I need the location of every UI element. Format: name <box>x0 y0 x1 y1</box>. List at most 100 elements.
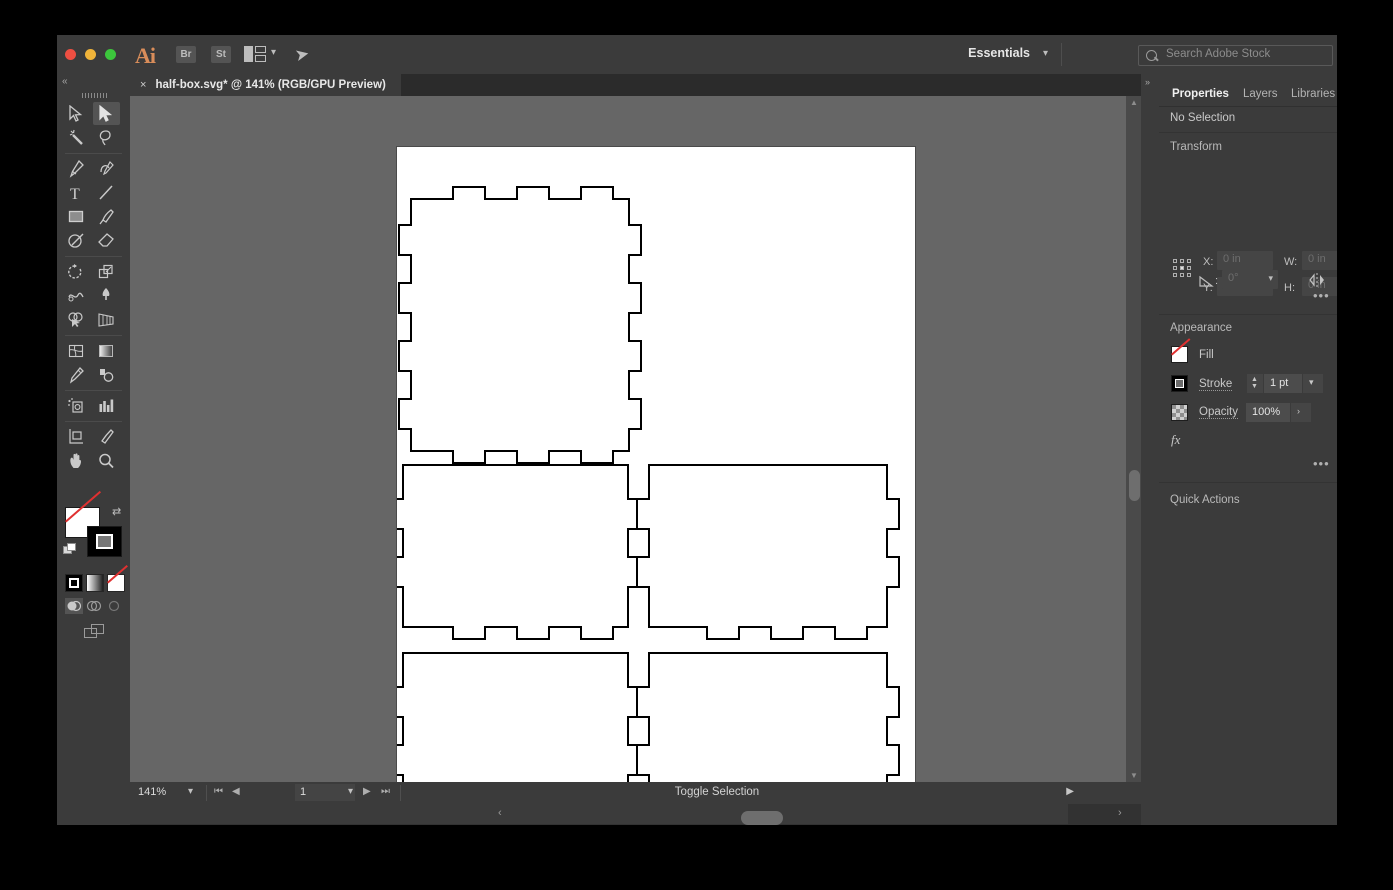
tool-status-label[interactable]: Toggle Selection <box>382 784 1052 801</box>
scroll-down-icon[interactable]: ▼ <box>1130 771 1138 780</box>
expand-panel-icon[interactable]: » <box>1145 77 1149 87</box>
gradient-tool[interactable] <box>93 339 120 362</box>
selection-tool[interactable] <box>63 102 90 125</box>
zoom-chevron-down-icon[interactable]: ▾ <box>188 786 193 797</box>
slice-tool[interactable] <box>93 425 120 448</box>
tab-layers[interactable]: Layers <box>1234 83 1287 106</box>
angle-field[interactable]: 0° ▾ <box>1222 270 1278 289</box>
color-button[interactable] <box>65 574 83 592</box>
canvas-horizontal-scrollbar[interactable]: ‹ › <box>58 804 1068 824</box>
first-page-button[interactable]: ⏮ <box>214 786 223 797</box>
appearance-stroke-swatch[interactable] <box>1171 375 1188 392</box>
stock-button[interactable]: St <box>211 46 231 63</box>
symbol-sprayer-tool[interactable] <box>63 394 90 417</box>
zoom-level-field[interactable]: 141% <box>133 784 193 801</box>
shape-builder-tool[interactable] <box>63 308 90 331</box>
bridge-button[interactable]: Br <box>176 46 196 63</box>
scroll-right-icon[interactable]: › <box>1118 807 1122 819</box>
hand-tool[interactable] <box>63 449 90 472</box>
scroll-up-icon[interactable]: ▲ <box>1130 98 1138 107</box>
tool-divider <box>65 390 122 391</box>
maximize-window-button[interactable] <box>105 49 116 60</box>
tool-divider <box>65 256 122 257</box>
workspace-switcher-label[interactable]: Essentials <box>968 46 1030 60</box>
transform-more-options[interactable]: ••• <box>1313 288 1330 303</box>
angle-colon: : <box>1215 275 1218 287</box>
rectangle-tool[interactable] <box>63 205 90 228</box>
width-tool[interactable] <box>63 284 90 307</box>
direct-selection-tool[interactable] <box>93 102 120 125</box>
arrange-chevron-down-icon[interactable]: ▾ <box>271 47 276 58</box>
arrange-documents-icon[interactable] <box>244 46 266 62</box>
rotate-tool[interactable] <box>63 260 90 283</box>
gradient-button[interactable] <box>86 574 104 592</box>
stroke-weight-stepper[interactable]: ▲▼ <box>1247 374 1263 393</box>
quick-actions-title: Quick Actions <box>1170 494 1240 506</box>
stroke-label[interactable]: Stroke <box>1199 378 1232 391</box>
minimize-window-button[interactable] <box>85 49 96 60</box>
mesh-tool[interactable] <box>63 339 90 362</box>
curvature-tool[interactable] <box>93 157 120 180</box>
document-tab[interactable]: × half-box.svg* @ 141% (RGB/GPU Preview) <box>130 74 401 96</box>
close-window-button[interactable] <box>65 49 76 60</box>
horizontal-scroll-track[interactable] <box>496 807 1128 825</box>
opacity-label[interactable]: Opacity <box>1199 406 1238 419</box>
swap-fill-stroke-icon[interactable]: ⇄ <box>112 505 121 518</box>
tab-properties[interactable]: Properties <box>1163 83 1238 106</box>
zoom-tool[interactable] <box>93 449 120 472</box>
stroke-weight-dropdown[interactable]: ▾ <box>1303 374 1323 393</box>
eraser-tool[interactable] <box>93 229 120 252</box>
close-icon[interactable]: × <box>140 79 146 91</box>
opacity-field[interactable]: 100% <box>1246 403 1290 422</box>
appearance-more-options[interactable]: ••• <box>1313 456 1330 471</box>
collapse-panel-icon[interactable]: « <box>62 76 67 87</box>
column-graph-tool[interactable] <box>93 394 120 417</box>
line-segment-tool[interactable] <box>93 181 120 204</box>
screen-mode-icon[interactable] <box>84 624 106 639</box>
reference-point-selector[interactable] <box>1173 259 1192 278</box>
appearance-opacity-swatch[interactable] <box>1171 404 1188 421</box>
draw-inside-button[interactable] <box>105 598 123 614</box>
shaper-tool[interactable] <box>63 229 90 252</box>
default-fill-stroke-icon[interactable] <box>63 543 75 555</box>
type-tool[interactable]: T <box>63 181 90 204</box>
adobe-stock-search-input[interactable]: Search Adobe Stock <box>1138 45 1333 66</box>
share-rocket-icon[interactable]: ➤ <box>293 44 311 67</box>
draw-behind-button[interactable] <box>85 598 103 614</box>
workspace-chevron-down-icon[interactable]: ▾ <box>1043 48 1048 59</box>
tab-libraries[interactable]: Libraries <box>1282 83 1337 106</box>
free-transform-tool[interactable] <box>93 284 120 307</box>
tool-panel-drag-handle[interactable] <box>82 93 107 98</box>
artboard-tool[interactable] <box>63 425 90 448</box>
document-title: half-box.svg* @ 141% (RGB/GPU Preview) <box>155 79 385 91</box>
draw-normal-button[interactable] <box>65 598 83 614</box>
appearance-fill-swatch[interactable] <box>1171 346 1188 363</box>
vertical-scroll-thumb[interactable] <box>1129 470 1140 501</box>
stroke-weight-field[interactable]: 1 pt <box>1264 374 1302 393</box>
artboard[interactable] <box>397 147 915 782</box>
opacity-options-button[interactable]: › <box>1291 403 1311 422</box>
horizontal-scroll-thumb[interactable] <box>741 811 783 825</box>
previous-page-button[interactable]: ◀ <box>232 786 240 797</box>
page-chevron-down-icon[interactable]: ▾ <box>348 786 353 797</box>
next-page-button[interactable]: ▶ <box>363 786 371 797</box>
perspective-grid-tool[interactable] <box>93 308 120 331</box>
fx-label[interactable]: fx <box>1171 432 1180 448</box>
x-field[interactable]: 0 in <box>1217 251 1273 270</box>
canvas-vertical-scrollbar[interactable]: ▲ ▼ <box>1126 96 1142 782</box>
page-number-field[interactable]: 1 <box>295 784 355 801</box>
eyedropper-tool[interactable] <box>63 363 90 386</box>
status-divider <box>206 785 207 801</box>
none-button[interactable] <box>107 574 125 592</box>
paintbrush-tool[interactable] <box>93 205 120 228</box>
w-field[interactable]: 0 in <box>1302 251 1337 270</box>
status-play-icon[interactable]: ▶ <box>1066 786 1074 797</box>
scale-tool[interactable] <box>93 260 120 283</box>
canvas-area[interactable] <box>130 96 1142 782</box>
pen-tool[interactable] <box>63 157 90 180</box>
blend-tool[interactable] <box>93 363 120 386</box>
stroke-swatch[interactable] <box>87 526 122 557</box>
panel-expander[interactable]: » <box>1141 74 1159 825</box>
lasso-tool[interactable] <box>93 126 120 149</box>
magic-wand-tool[interactable] <box>63 126 90 149</box>
